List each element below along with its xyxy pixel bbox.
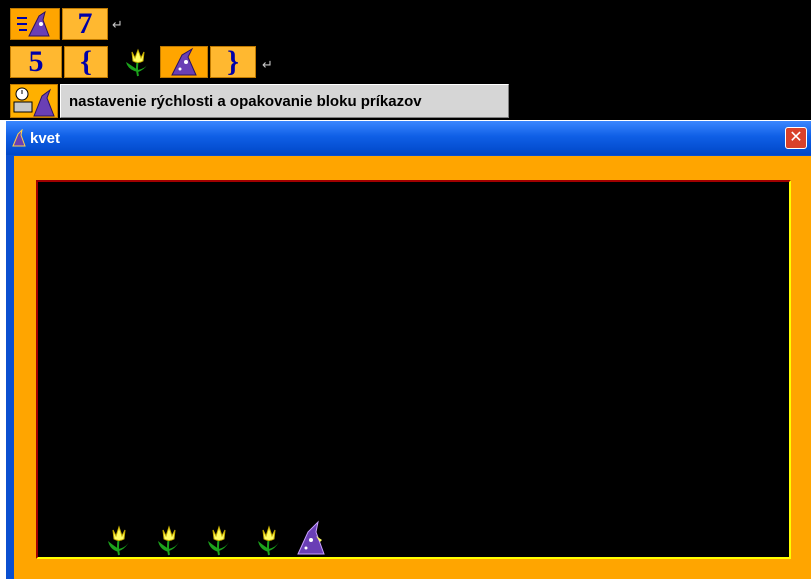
flower-icon [258, 525, 279, 556]
repeat-count: 5 [28, 45, 44, 78]
close-icon: ✕ [789, 129, 803, 146]
wizard-speed-icon [17, 10, 50, 37]
wizard-icon [297, 520, 325, 555]
wizard-icon [171, 47, 197, 76]
speed-command-tile[interactable] [10, 8, 60, 40]
status-description: nastavenie rýchlosti a opakovanie bloku … [60, 84, 509, 118]
wizard-app-icon [12, 129, 26, 147]
flower-icon [108, 525, 129, 556]
timer-wizard-icon [13, 87, 55, 117]
flower-icon [208, 525, 229, 556]
flower-icon [158, 525, 179, 556]
repeat-count-tile[interactable]: 5 [10, 46, 62, 78]
return-arrow-icon: ↵ [262, 58, 273, 73]
speed-value: 7 [77, 7, 93, 40]
code-area: 7 ↵ 5 { } ↵ nastavenie rýchlosti a opako… [0, 0, 811, 120]
flower-command[interactable] [118, 46, 158, 78]
window-title: kvet [30, 130, 61, 147]
status-text: nastavenie rýchlosti a opakovanie bloku … [69, 92, 422, 110]
title-bar[interactable]: kvet ✕ [6, 121, 811, 155]
wizard-command-tile[interactable] [160, 46, 208, 78]
block-close-tile[interactable]: } [210, 46, 256, 78]
return-arrow-icon: ↵ [112, 18, 123, 33]
window-client-area [14, 156, 811, 579]
flower-icon [126, 48, 148, 77]
speed-value-tile[interactable]: 7 [62, 8, 108, 40]
block-close-brace: } [227, 45, 239, 78]
block-open-brace: { [80, 45, 92, 78]
block-open-tile[interactable]: { [64, 46, 108, 78]
speed-block-icon [10, 84, 58, 118]
close-button[interactable]: ✕ [785, 127, 807, 149]
kvet-window: kvet ✕ [6, 121, 811, 579]
drawing-canvas[interactable] [36, 180, 791, 559]
